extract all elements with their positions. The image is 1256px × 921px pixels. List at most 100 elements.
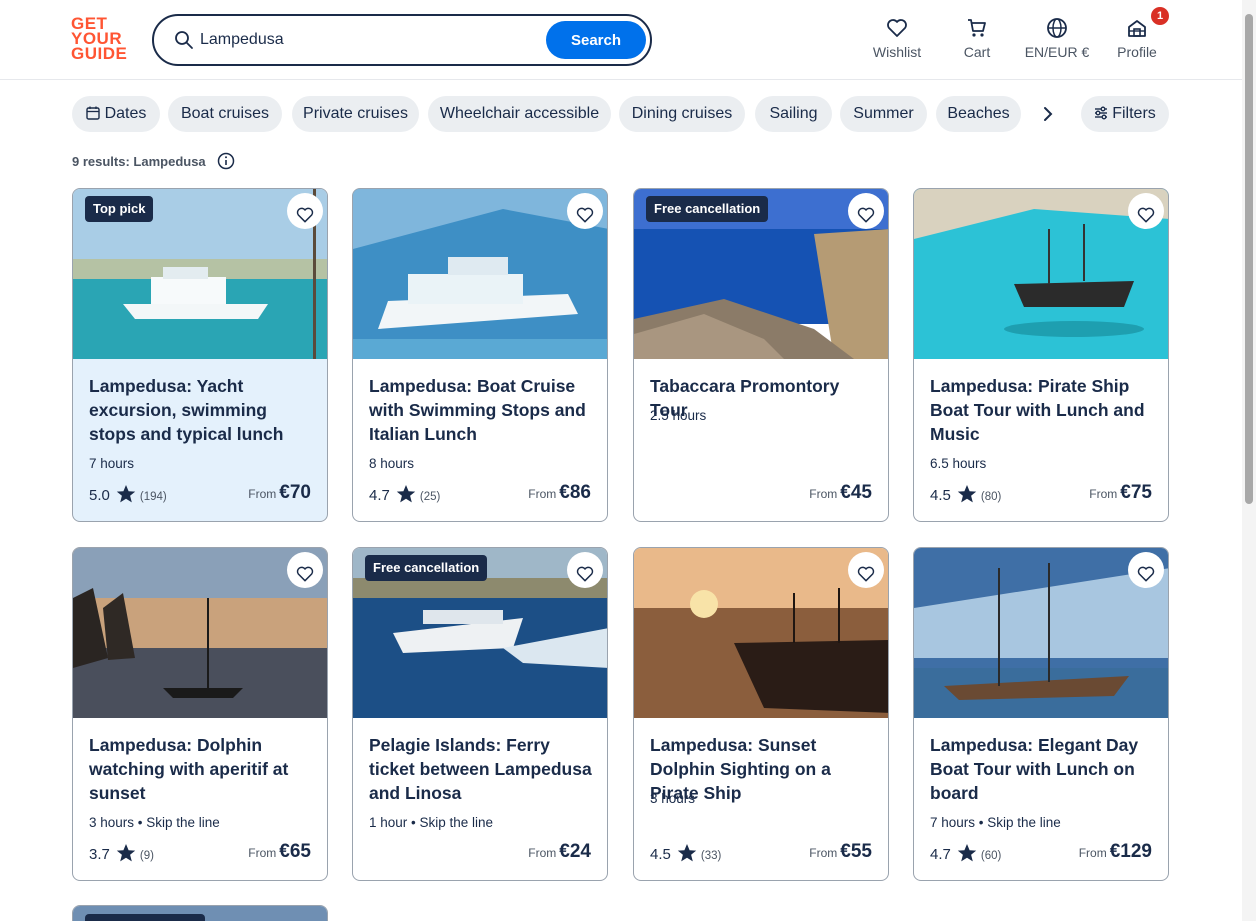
nav-language-currency[interactable]: EN/EUR € [1022,16,1092,60]
wishlist-toggle-button[interactable] [1128,552,1164,588]
heart-icon [296,566,314,582]
top-pick-badge: Top pick [85,196,154,222]
nav-cart-label: Cart [963,44,991,60]
activity-title[interactable]: Lampedusa: Dolphin watching with aperiti… [89,733,315,805]
activity-price: From €45 [809,482,872,504]
nav-profile[interactable]: Profile 1 [1116,7,1169,60]
heart-icon [296,207,314,223]
nav-cart[interactable]: Cart [957,16,997,60]
chip-label: Dates [104,105,147,122]
activity-duration: 2.5 hours [650,408,707,423]
activity-duration: 3 hours • Skip the line [89,815,220,830]
star-icon [116,844,136,862]
wishlist-toggle-button[interactable] [848,193,884,229]
activity-card[interactable]: Lampedusa: Boat Cruise with Swimming Sto… [352,188,608,522]
free-cancellation-badge: Free cancellation [646,196,769,222]
activity-price: From €55 [809,841,872,863]
activity-card[interactable]: Lampedusa: Sunset Dolphin Sighting on a … [633,547,889,881]
activity-card[interactable]: Lampedusa: Dolphin watching with aperiti… [72,547,328,881]
price-value: €75 [1120,482,1152,503]
cart-icon [968,19,986,37]
rating-value: 4.7 [369,487,390,504]
free-cancellation-badge: Free cancellation [365,555,488,581]
activity-rating: 4.5 (80) [930,484,1001,504]
activity-duration: 8 hours [369,456,415,471]
search-icon [175,31,193,49]
chip-sailing[interactable]: Sailing [755,96,832,132]
results-count: 9 results: Lampedusa [72,152,235,170]
chip-beaches[interactable]: Beaches [936,96,1021,132]
price-prefix: From [528,487,557,501]
activity-duration: 7 hours [89,456,135,471]
page-scrollbar[interactable] [1242,0,1256,921]
activity-rating: 4.7 (25) [369,484,440,504]
wishlist-toggle-button[interactable] [287,193,323,229]
wishlist-toggle-button[interactable] [567,193,603,229]
info-icon[interactable] [217,152,235,170]
star-icon [116,485,136,503]
chip-dates[interactable]: Dates [72,96,160,132]
price-value: €65 [279,841,311,862]
nav-language-label: EN/EUR € [1024,44,1090,60]
price-value: €45 [840,482,872,503]
star-icon [677,844,697,862]
free-cancellation-badge [85,914,205,921]
rating-count: (80) [980,491,1002,503]
price-value: €129 [1109,841,1152,862]
price-value: €86 [559,482,591,503]
price-prefix: From [809,487,838,501]
activity-title[interactable]: Pelagie Islands: Ferry ticket between La… [369,733,595,805]
scrollbar-thumb[interactable] [1245,14,1253,504]
filters-label: Filters [1112,105,1156,122]
price-prefix: From [528,846,557,860]
heart-icon [1137,566,1155,582]
getyourguide-logo[interactable]: GET YOUR GUIDE [71,15,131,62]
nav-wishlist[interactable]: Wishlist [872,16,922,60]
activity-card[interactable]: Free cancellation Pelagie Islands: Ferry… [352,547,608,881]
activity-duration: 3 hours [650,791,696,806]
price-prefix: From [809,846,838,860]
activity-card[interactable] [72,905,328,921]
activity-card[interactable]: Free cancellation Tabaccara Promontory T… [633,188,889,522]
wishlist-toggle-button[interactable] [287,552,323,588]
rating-value: 3.7 [89,846,110,863]
chip-boat-cruises[interactable]: Boat cruises [168,96,282,132]
activity-title[interactable]: Lampedusa: Yacht excursion, swimming sto… [89,374,315,446]
nav-wishlist-label: Wishlist [872,44,922,60]
activity-card[interactable]: Top pick Lampedusa: Yacht excursion, swi… [72,188,328,522]
sliders-icon [1095,106,1108,120]
wishlist-toggle-button[interactable] [848,552,884,588]
heart-icon [857,207,875,223]
calendar-icon [85,106,100,120]
activity-card[interactable]: Lampedusa: Elegant Day Boat Tour with Lu… [913,547,1169,881]
price-prefix: From [248,487,277,501]
activity-title[interactable]: Lampedusa: Elegant Day Boat Tour with Lu… [930,733,1156,805]
activity-title[interactable]: Lampedusa: Boat Cruise with Swimming Sto… [369,374,595,446]
filters-button[interactable]: Filters [1081,96,1169,132]
rating-count: (60) [980,850,1002,862]
activity-price: From €129 [1079,841,1152,863]
activity-card[interactable]: Lampedusa: Pirate Ship Boat Tour with Lu… [913,188,1169,522]
notification-badge: 1 [1151,7,1169,25]
chip-private-cruises[interactable]: Private cruises [292,96,419,132]
chips-scroll-next-button[interactable] [1034,101,1062,127]
wishlist-toggle-button[interactable] [1128,193,1164,229]
heart-icon [857,566,875,582]
heart-icon [576,566,594,582]
search-input[interactable] [200,28,540,52]
activity-price: From €86 [528,482,591,504]
rating-value: 4.5 [650,846,671,863]
heart-icon [887,19,907,37]
star-icon [957,844,977,862]
rating-count: (25) [419,491,441,503]
activity-price: From €24 [528,841,591,863]
chip-wheelchair-accessible[interactable]: Wheelchair accessible [428,96,611,132]
price-value: €24 [559,841,591,862]
search-button[interactable]: Search [546,21,646,59]
rating-count: (194) [139,491,167,503]
rating-value: 4.5 [930,487,951,504]
chip-dining-cruises[interactable]: Dining cruises [619,96,745,132]
chip-summer[interactable]: Summer [840,96,927,132]
activity-title[interactable]: Lampedusa: Pirate Ship Boat Tour with Lu… [930,374,1156,446]
wishlist-toggle-button[interactable] [567,552,603,588]
